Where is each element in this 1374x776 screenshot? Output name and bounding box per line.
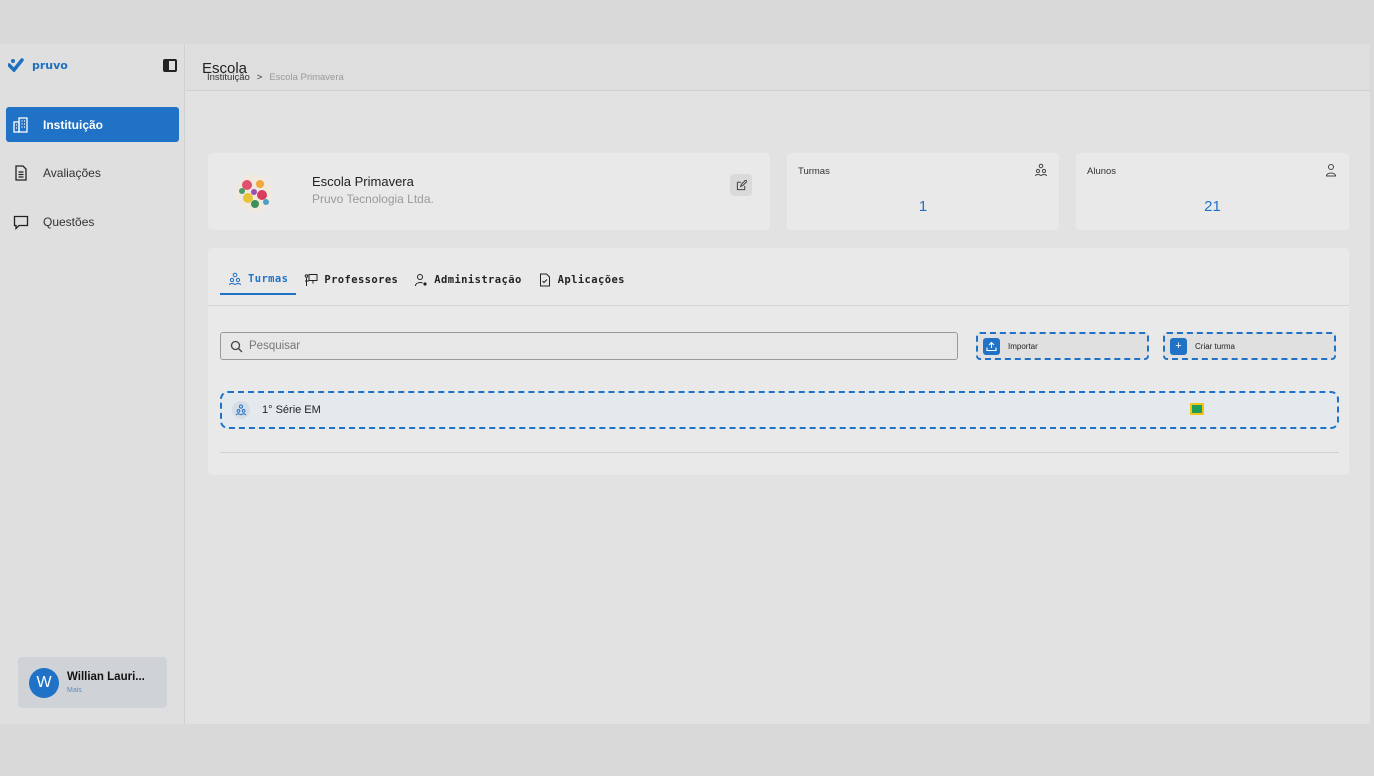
tab-label: Aplicações xyxy=(557,274,625,286)
group-icon xyxy=(232,401,250,419)
check-logo-icon xyxy=(8,58,24,72)
school-logo xyxy=(235,174,273,212)
sidebar: pruvo Instituição Avaliações Questões W … xyxy=(0,44,185,724)
google-classroom-icon[interactable] xyxy=(1190,403,1204,415)
avatar: W xyxy=(29,667,59,698)
tab-label: Turmas xyxy=(248,273,289,285)
tab-label: Professores xyxy=(324,274,399,286)
group-icon xyxy=(1035,163,1047,177)
user-icon xyxy=(1325,164,1337,177)
topbar: Escola xyxy=(186,44,1370,91)
sidebar-item-label: Questões xyxy=(43,214,95,229)
import-button[interactable]: Importar xyxy=(976,332,1149,360)
stat-value: 21 xyxy=(1204,198,1221,215)
create-class-button[interactable]: + Criar turma xyxy=(1163,332,1336,360)
breadcrumb-separator: > xyxy=(256,72,263,83)
sidebar-item-label: Instituição xyxy=(43,117,104,132)
tab-administracao[interactable]: Administração xyxy=(406,265,529,295)
sidebar-item-label: Avaliações xyxy=(43,165,101,180)
school-card: Escola Primavera Pruvo Tecnologia Ltda. xyxy=(208,153,770,230)
tab-turmas[interactable]: Turmas xyxy=(220,265,297,295)
breadcrumb: Instituição > Escola Primavera xyxy=(207,72,344,83)
tab-aplicacoes[interactable]: Aplicações xyxy=(530,265,633,295)
create-class-label: Criar turma xyxy=(1195,341,1236,351)
sidebar-item-instituicao[interactable]: Instituição xyxy=(6,107,179,142)
class-name: 1° Série EM xyxy=(262,404,321,416)
tab-label: Administração xyxy=(434,274,522,286)
brand-name: pruvo xyxy=(32,58,68,72)
company-name: Pruvo Tecnologia Ltda. xyxy=(312,192,434,206)
user-menu[interactable]: W Willian Lauri... Mais xyxy=(18,657,167,708)
breadcrumb-current: Escola Primavera xyxy=(269,72,344,83)
user-name: Willian Lauri... xyxy=(67,671,145,683)
classes-panel: Turmas Professores Administração Aplicaç… xyxy=(208,248,1349,475)
divider xyxy=(208,305,1349,306)
search-placeholder: Pesquisar xyxy=(249,340,301,352)
turmas-stat-card: Turmas 1 xyxy=(787,153,1059,230)
alunos-stat-card: Alunos 21 xyxy=(1076,153,1349,230)
search-input[interactable]: Pesquisar xyxy=(220,332,958,360)
school-name: Escola Primavera xyxy=(312,174,414,189)
user-gear-icon xyxy=(415,274,427,287)
collapse-sidebar-button[interactable] xyxy=(163,59,177,72)
teacher-board-icon xyxy=(305,274,318,286)
sidebar-item-avaliacoes[interactable]: Avaliações xyxy=(6,155,179,190)
import-label: Importar xyxy=(1008,341,1038,351)
divider xyxy=(220,452,1339,453)
tab-professores[interactable]: Professores xyxy=(296,265,406,295)
breadcrumb-root[interactable]: Instituição xyxy=(207,72,250,83)
stat-label: Turmas xyxy=(798,166,830,177)
building-icon xyxy=(13,116,28,133)
search-icon xyxy=(230,340,243,352)
stat-value: 1 xyxy=(918,198,928,215)
chat-icon xyxy=(13,215,29,230)
upload-icon xyxy=(983,337,1000,355)
table-row[interactable]: 1° Série EM xyxy=(220,391,1339,429)
plus-icon: + xyxy=(1170,337,1187,355)
document-check-icon xyxy=(539,273,550,287)
stat-label: Alunos xyxy=(1087,166,1117,177)
document-icon xyxy=(15,164,27,181)
edit-school-button[interactable] xyxy=(730,174,752,196)
group-icon xyxy=(229,272,241,286)
user-more-link[interactable]: Mais xyxy=(67,687,145,694)
edit-icon xyxy=(736,179,747,190)
pruvo-logo[interactable]: pruvo xyxy=(8,58,68,72)
tab-bar: Turmas Professores Administração Aplicaç… xyxy=(220,265,633,295)
sidebar-item-questoes[interactable]: Questões xyxy=(6,204,179,239)
